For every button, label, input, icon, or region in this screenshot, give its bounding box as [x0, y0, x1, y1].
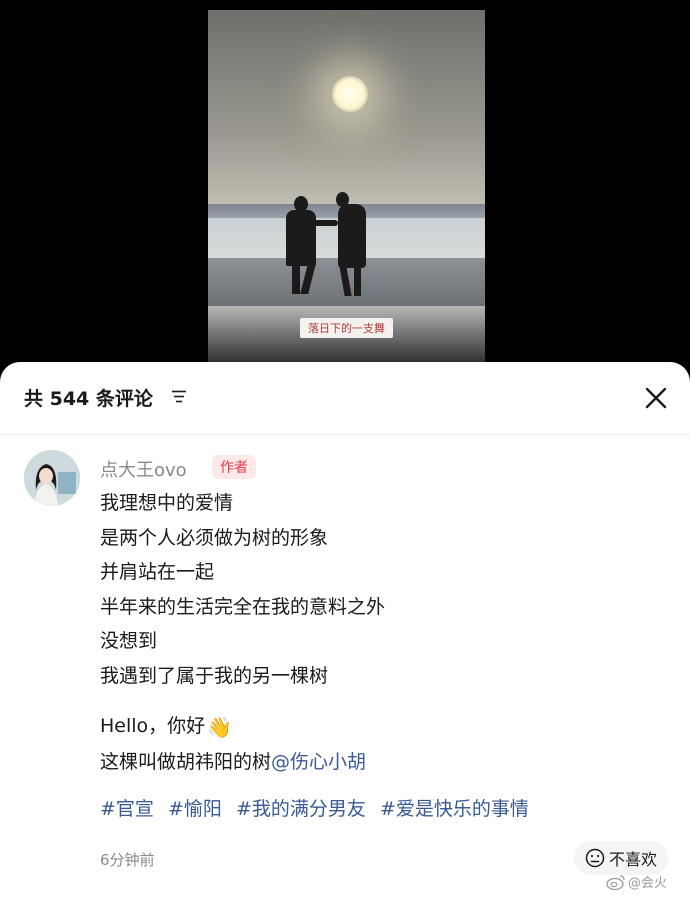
sort-icon[interactable] — [172, 390, 186, 403]
comment-body: 我理想中的爱情 是两个人必须做为树的形象 并肩站在一起 半年来的生活完全在我的意… — [100, 486, 385, 693]
video-thumbnail[interactable]: 落日下的一支舞 — [208, 10, 485, 362]
hashtag-link[interactable]: #官宣 — [100, 798, 154, 820]
comment-line: 是两个人必须做为树的形象 — [100, 526, 329, 549]
comment-username[interactable]: 点大王ovo — [100, 456, 187, 482]
comment-count-title: 共 544 条评论 — [24, 388, 153, 410]
hello-text: Hello，你好 — [100, 715, 206, 737]
hashtag-link[interactable]: #我的满分男友 — [236, 798, 366, 820]
video-caption: 落日下的一支舞 — [300, 318, 393, 338]
close-button[interactable] — [640, 382, 672, 414]
close-icon — [645, 387, 667, 409]
comment-line: 半年来的生活完全在我的意料之外 — [100, 595, 386, 618]
comment-line: 没想到 — [100, 630, 158, 652]
dislike-button[interactable]: 不喜欢 — [574, 841, 668, 875]
dislike-label: 不喜欢 — [608, 850, 657, 869]
hello-line: Hello，你好 👋 — [100, 708, 366, 744]
sad-face-icon — [585, 848, 605, 868]
hashtag-link[interactable]: #愉阳 — [168, 798, 222, 820]
comments-sheet: 共 544 条评论 点大王ovo 作者 我理想中的爱情 是两个人必须做为树的形象… — [0, 362, 690, 905]
author-badge: 作者 — [212, 455, 256, 479]
comment-line: 我理想中的爱情 — [100, 492, 234, 514]
comment-line: 我遇到了属于我的另一棵树 — [100, 664, 329, 687]
waving-hand-icon: 👋 — [207, 714, 233, 739]
weibo-logo-icon — [606, 874, 625, 890]
avatar-image — [24, 450, 80, 506]
avatar[interactable] — [24, 450, 80, 506]
watermark-text: @会火 — [628, 876, 668, 891]
user-mention-link[interactable]: @伤心小胡 — [271, 751, 366, 773]
hashtag-list: #官宣 #愉阳 #我的满分男友 #爱是快乐的事情 — [100, 794, 537, 821]
tree-line-text: 这棵叫做胡祎阳的树 — [100, 751, 272, 773]
comment-timestamp: 6分钟前 — [100, 851, 155, 869]
hashtag-link[interactable]: #爱是快乐的事情 — [380, 798, 529, 820]
sun-glow — [332, 76, 368, 112]
tree-line: 这棵叫做胡祎阳的树@伤心小胡 — [100, 744, 366, 780]
comment-greeting: Hello，你好 👋 这棵叫做胡祎阳的树@伤心小胡 — [100, 708, 366, 780]
comments-header: 共 544 条评论 — [0, 362, 690, 435]
weibo-watermark: @会火 — [606, 872, 667, 891]
comment-line: 并肩站在一起 — [100, 561, 215, 583]
